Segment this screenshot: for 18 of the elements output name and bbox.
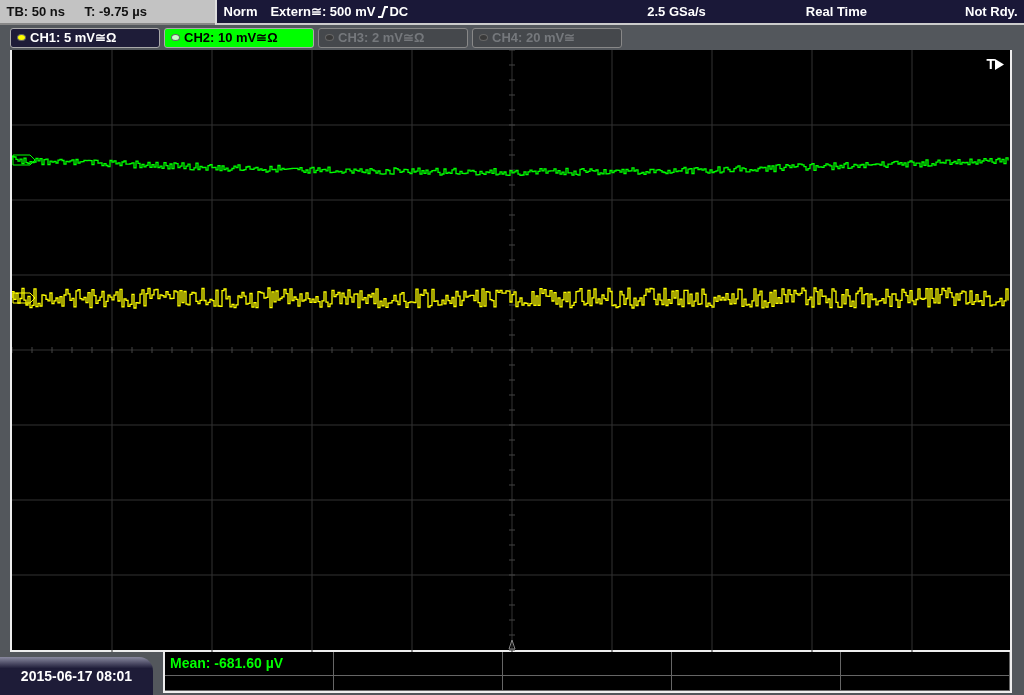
sample-rate: 2.5 GSa/s xyxy=(647,2,706,21)
channel-tab[interactable]: CH1: 5 mV≅Ω xyxy=(10,27,160,48)
trigger-source: Extern≅: 500 mV xyxy=(270,2,376,21)
rising-edge-icon xyxy=(378,5,389,18)
trigger-time-readout: T: -9.75 µs xyxy=(84,2,147,21)
trigger-arrow-icon xyxy=(995,59,1004,70)
acquisition-state: Not Rdy. xyxy=(965,2,1018,21)
channel-marker-icon xyxy=(12,292,36,304)
measurement-readout: Mean: -681.60 µV xyxy=(165,652,334,676)
trigger-coupling: DC xyxy=(389,2,409,21)
channel-tab[interactable]: CH2: 10 mV≅Ω xyxy=(164,27,314,48)
timebase-readout: TB: 50 ns xyxy=(6,2,65,21)
trigger-label: T xyxy=(986,55,995,74)
acquisition-mode: Real Time xyxy=(805,2,867,21)
date-time: 2015-06-17 08:01 xyxy=(0,657,153,695)
channel-marker-icon xyxy=(12,154,36,166)
trigger-mode: Norm xyxy=(223,2,258,21)
trigger-position-icon xyxy=(508,639,516,650)
